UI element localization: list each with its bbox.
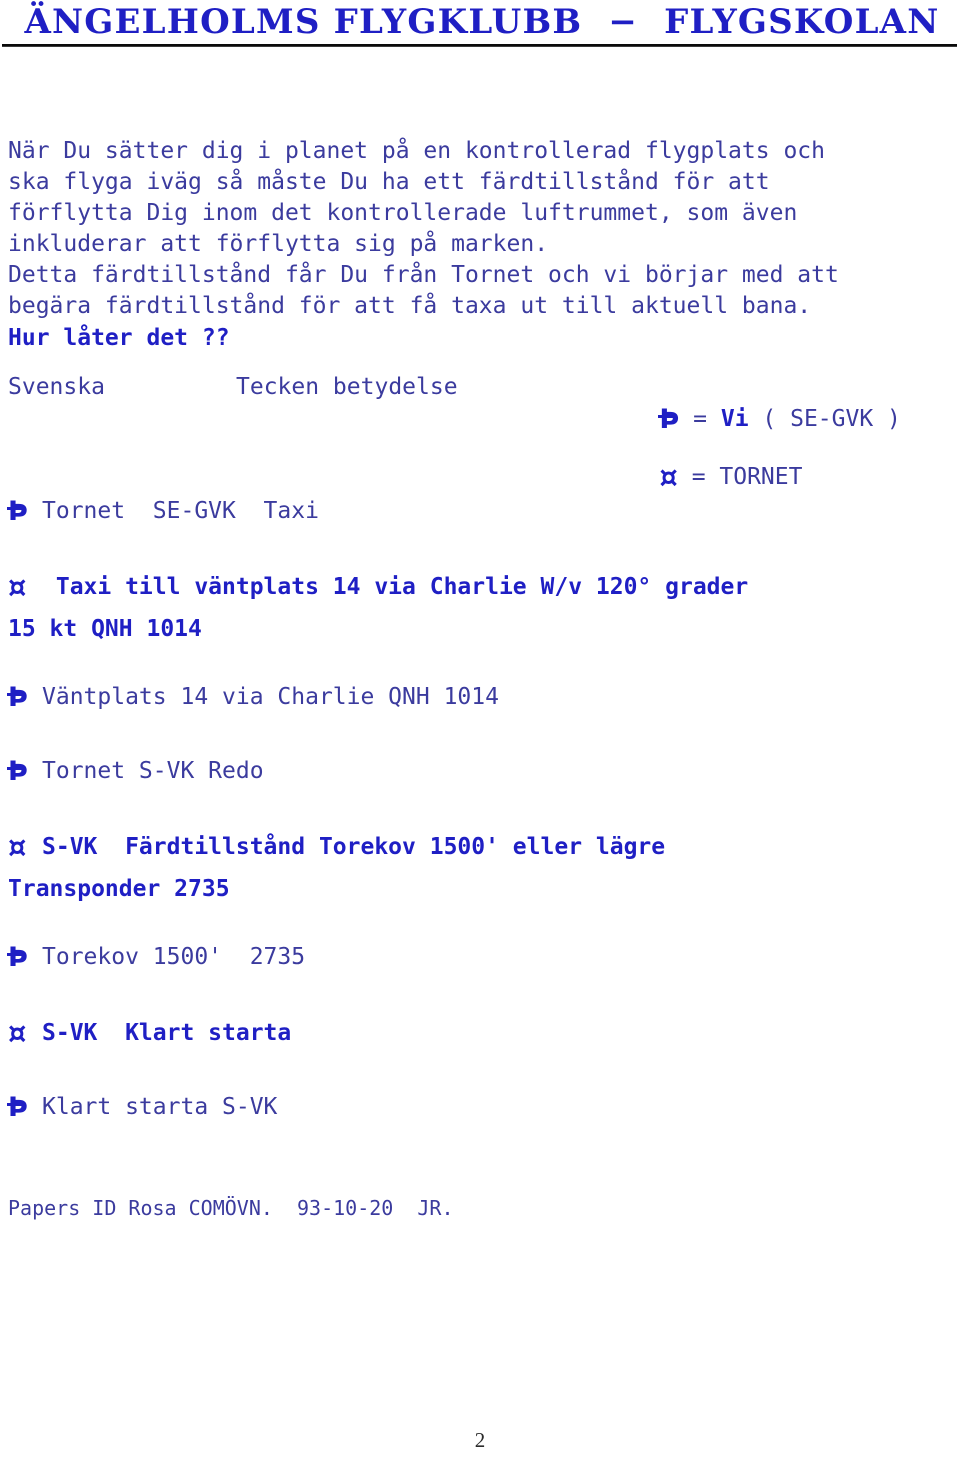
exchange-speaker-symbol-wrapper: Þ [7,496,42,527]
aircraft-callsign-symbol-icon: Þ [7,756,28,787]
exchange-speaker-symbol-wrapper: Þ [7,682,42,713]
legend-value-bold-0: Vi [720,406,749,432]
legend-equals-0: = [679,406,721,432]
exchange-speaker-symbol-wrapper: ¤ [8,570,42,602]
tower-symbol-icon: ¤ [8,570,27,604]
exchange-line-text: Tornet SE-GVK Taxi [42,498,319,524]
tower-symbol-icon: ¤ [659,460,678,494]
exchange-line: Þ Klart starta S-VK [7,1092,952,1123]
exchange-line-continuation: Transponder 2735 [8,876,230,902]
tower-symbol-icon: ¤ [8,1016,27,1050]
exchange-speaker-symbol-wrapper: Þ [7,756,42,787]
aircraft-callsign-symbol-icon: Þ [658,404,680,435]
exchange-line-text: Väntplats 14 via Charlie QNH 1014 [42,684,499,710]
legend-column-header-tecken: Tecken betydelse [236,374,458,400]
footer-note: Papers ID Rosa COMÖVN. 93-10-20 JR. [8,1196,454,1220]
page-number: 2 [474,1428,486,1452]
exchange-line: Þ Tornet SE-GVK Taxi [7,496,952,527]
exchange-line: Þ Torekov 1500' 2735 [7,942,952,973]
tower-symbol-icon: ¤ [8,830,27,864]
legend-value-rest-0: ( SE-GVK ) [748,406,901,432]
exchange-line-text: S-VK Klart starta [42,1020,292,1046]
exchange-line-text: Tornet S-VK Redo [42,758,264,784]
legend-column-header-svenska: Svenska [8,374,105,400]
intro-paragraph-1: När Du sätter dig i planet på en kontrol… [8,138,825,257]
legend-equals-1: = [677,464,720,490]
exchange-speaker-symbol-wrapper: Þ [7,1092,42,1123]
exchange-line-continuation: 15 kt QNH 1014 [8,616,202,642]
exchange-line: ¤ S-VK Färdtillstånd Torekov 1500' eller … [8,830,952,904]
aircraft-callsign-symbol-icon: Þ [7,682,28,713]
aircraft-callsign-symbol-icon: Þ [7,496,28,527]
exchange-speaker-symbol-wrapper: Þ [7,942,42,973]
intro-question: Hur låter det ?? [8,325,230,351]
intro-section: När Du sätter dig i planet på en kontrol… [8,136,938,355]
exchange-speaker-symbol-wrapper: ¤ [8,830,42,862]
legend-section: Svenska Tecken betydelse Þ = Vi ( SE-GVK… [8,374,952,492]
document-header: ÄNGELHOLMS FLYGKLUBB − FLYGSKOLAN [0,0,960,47]
exchange-line-text: Taxi till väntplats 14 via Charlie W/v 1… [42,574,749,600]
radio-exchange-list: Þ Tornet SE-GVK Taxi ¤ Taxi till väntplats… [7,496,952,1166]
page-title: ÄNGELHOLMS FLYGKLUBB − FLYGSKOLAN [24,2,940,42]
aircraft-callsign-symbol-icon: Þ [7,1092,28,1123]
exchange-line-text: S-VK Färdtillstånd Torekov 1500' eller l… [42,834,666,860]
exchange-line: ¤ S-VK Klart starta [8,1016,952,1048]
intro-paragraph-2: Detta färdtillstånd får Du från Tornet o… [8,262,839,319]
exchange-line: Þ Väntplats 14 via Charlie QNH 1014 [7,682,952,713]
header-divider [2,44,957,47]
exchange-line-text: Klart starta S-VK [42,1094,278,1120]
exchange-line-text: Torekov 1500' 2735 [42,944,306,970]
aircraft-callsign-symbol-icon: Þ [7,942,28,973]
exchange-line: ¤ Taxi till väntplats 14 via Charlie W/v… [8,570,952,644]
exchange-speaker-symbol-wrapper: ¤ [8,1016,42,1048]
exchange-line: Þ Tornet S-VK Redo [7,756,952,787]
legend-value-rest-1: TORNET [719,464,803,490]
